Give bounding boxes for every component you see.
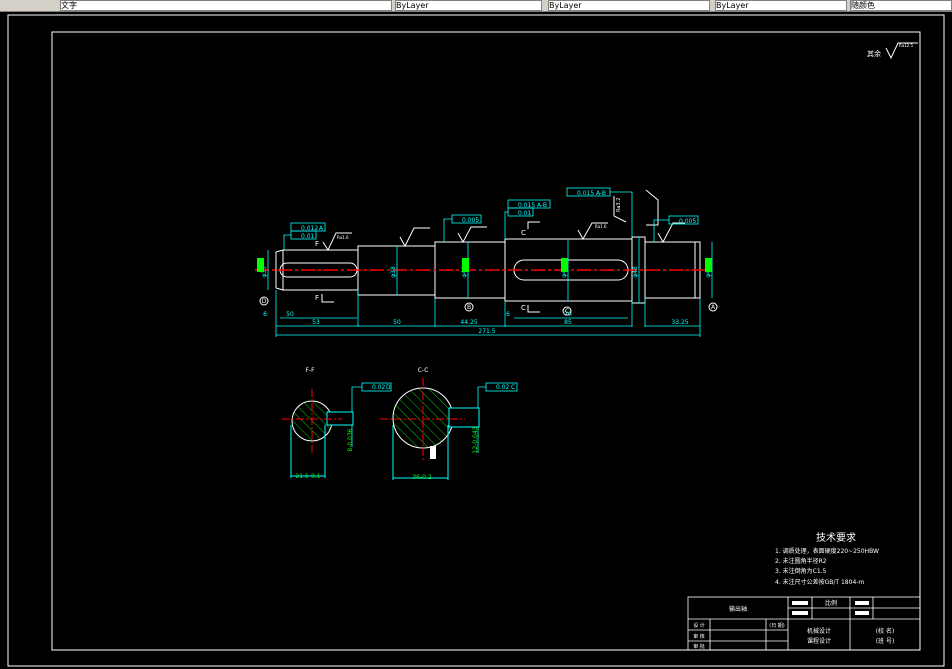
svg-text:1. 调质处理，表面硬度220~250HBW: 1. 调质处理，表面硬度220~250HBW bbox=[775, 547, 879, 555]
svg-text:D: D bbox=[386, 384, 391, 391]
svg-text:C: C bbox=[565, 308, 569, 315]
svg-text:B: B bbox=[467, 304, 471, 311]
svg-text:3. 未注倒角为C1.5: 3. 未注倒角为C1.5 bbox=[775, 567, 827, 575]
dim-total: 271.5 bbox=[478, 328, 495, 335]
dim-dia-2: φ38 bbox=[390, 266, 397, 278]
part-name: 输出轴 bbox=[729, 605, 747, 613]
svg-text:Ra1.6: Ra1.6 bbox=[595, 224, 607, 229]
svg-text:0.005: 0.005 bbox=[462, 217, 479, 224]
linetype-dropdown[interactable]: ByLayer bbox=[548, 0, 710, 11]
svg-text:0.005: 0.005 bbox=[679, 218, 696, 225]
toolbar: 文字 ByLayer ByLayer ByLayer 随颜色 bbox=[0, 0, 952, 12]
scale-label: 比例 bbox=[825, 599, 837, 607]
svg-text:A-B: A-B bbox=[596, 190, 606, 197]
cad-drawing-canvas[interactable]: 其余 Ra12.5 50 53 50 44.25 85 33.25 271.5 bbox=[0, 12, 952, 669]
svg-text:C-C: C-C bbox=[418, 367, 429, 374]
svg-text:(日 期): (日 期) bbox=[769, 623, 785, 629]
svg-text:12-0.043: 12-0.043 bbox=[472, 426, 479, 453]
text-style-field[interactable]: 文字 bbox=[60, 0, 392, 11]
svg-text:(校 名): (校 名) bbox=[876, 627, 895, 635]
svg-text:机械设计: 机械设计 bbox=[807, 627, 831, 635]
lineweight-dropdown[interactable]: ByLayer bbox=[715, 0, 847, 11]
svg-text:36-0.2: 36-0.2 bbox=[412, 474, 432, 481]
color-dropdown[interactable]: 随颜色 bbox=[850, 0, 952, 11]
svg-text:Ra12.5: Ra12.5 bbox=[899, 43, 914, 48]
dim-offset-2: 6 bbox=[506, 311, 510, 318]
svg-text:D: D bbox=[262, 298, 267, 305]
svg-text:4. 未注尺寸公差按GB/T 1804-m: 4. 未注尺寸公差按GB/T 1804-m bbox=[775, 578, 864, 586]
svg-text:A-B: A-B bbox=[537, 202, 547, 209]
dim-offset-1: 6 bbox=[263, 311, 267, 318]
dim-seg3: 44.25 bbox=[460, 319, 477, 326]
layer-dropdown[interactable]: ByLayer bbox=[395, 0, 542, 11]
dim-seg5: 33.25 bbox=[671, 319, 688, 326]
svg-text:其余: 其余 bbox=[867, 49, 881, 58]
section-mark-c-top: C bbox=[521, 229, 526, 237]
svg-text:Ra1.6: Ra1.6 bbox=[337, 235, 349, 240]
svg-text:0.01: 0.01 bbox=[518, 210, 532, 217]
svg-text:课程设计: 课程设计 bbox=[807, 637, 831, 645]
section-mark-f-bottom: F bbox=[315, 294, 319, 302]
dim-dia-5: φ48 bbox=[632, 266, 639, 278]
svg-text:0.02: 0.02 bbox=[496, 384, 510, 391]
dim-seg2: 50 bbox=[393, 319, 401, 326]
svg-text:0.015: 0.015 bbox=[577, 190, 594, 197]
svg-text:0.012: 0.012 bbox=[301, 225, 318, 232]
svg-text:(班 号): (班 号) bbox=[876, 637, 895, 645]
svg-text:0.01: 0.01 bbox=[301, 233, 315, 240]
svg-text:技术要求: 技术要求 bbox=[816, 531, 856, 544]
svg-text:审 批: 审 批 bbox=[693, 643, 705, 650]
dim-seg1: 53 bbox=[312, 319, 320, 326]
svg-text:8-0.036: 8-0.036 bbox=[347, 428, 354, 451]
dim-key1: 50 bbox=[286, 311, 294, 318]
svg-text:审 核: 审 核 bbox=[693, 633, 705, 640]
svg-text:F-F: F-F bbox=[305, 367, 315, 374]
svg-text:0.015: 0.015 bbox=[518, 202, 535, 209]
svg-text:0.02: 0.02 bbox=[372, 384, 386, 391]
svg-text:2. 未注圆角半径R2: 2. 未注圆角半径R2 bbox=[775, 557, 827, 565]
svg-text:21.5-0.1: 21.5-0.1 bbox=[295, 473, 320, 480]
svg-text:设 计: 设 计 bbox=[693, 622, 705, 629]
svg-text:C: C bbox=[511, 384, 515, 391]
section-mark-c-bottom: C bbox=[521, 304, 526, 312]
roughness-label-small: Ra3.2 bbox=[616, 198, 622, 212]
section-mark-f-top: F bbox=[315, 240, 319, 248]
dim-seg4: 85 bbox=[564, 319, 572, 326]
